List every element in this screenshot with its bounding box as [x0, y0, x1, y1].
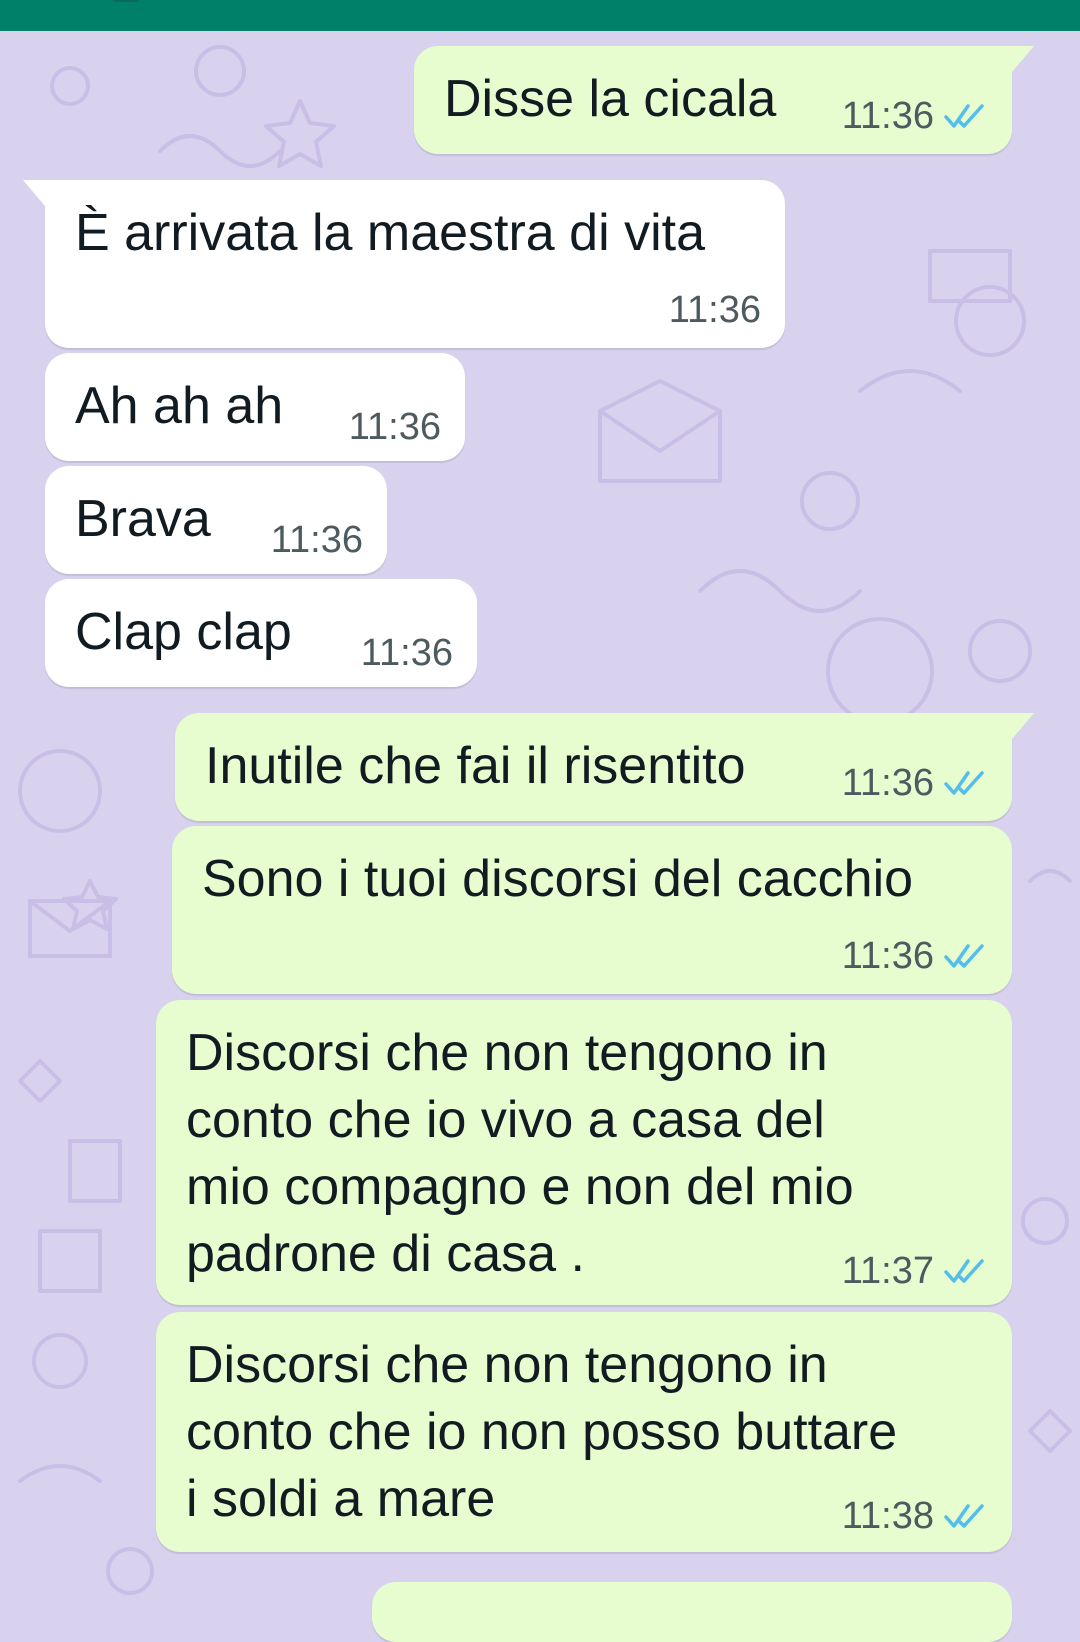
message-time: 11:36 [841, 762, 934, 804]
message-meta: 11:36 [669, 290, 761, 330]
message-text-line: mio compagno e non del mio [186, 1158, 854, 1216]
message-time: 11:37 [841, 1250, 934, 1292]
message-bubble-outgoing[interactable]: Sono i tuoi discorsi del cacchio 11:36 [172, 826, 1012, 994]
message-time: 11:36 [348, 406, 441, 448]
read-ticks-icon [944, 104, 984, 128]
read-ticks-icon [944, 771, 984, 795]
message-bubble-incoming[interactable]: È arrivata la maestra di vita 11:36 [23, 180, 785, 348]
message-text: È arrivata la maestra di vita [75, 204, 706, 262]
message-text: Sono i tuoi discorsi del cacchio [202, 850, 914, 908]
chat-header-bar [0, 0, 1080, 31]
message-meta: 11:36 [842, 763, 988, 803]
message-meta: 11:37 [842, 1251, 988, 1291]
message-time: 11:38 [841, 1495, 934, 1537]
message-text: Brava [75, 490, 211, 548]
message-bubble-outgoing[interactable]: Disse la cicala 11:36 [414, 46, 1034, 154]
message-bubble-outgoing-partial[interactable] [372, 1582, 1012, 1642]
message-time: 11:36 [668, 289, 761, 331]
message-meta: 11:36 [361, 633, 453, 673]
message-meta: 11:36 [842, 96, 988, 136]
message-bubble-incoming[interactable]: Brava 11:36 [45, 466, 387, 574]
message-text: Clap clap [75, 603, 292, 661]
read-ticks-icon [944, 1504, 984, 1528]
message-meta: 11:36 [271, 520, 363, 560]
message-text: Inutile che fai il risentito [205, 737, 746, 795]
message-text-line: i soldi a mare [186, 1470, 496, 1528]
message-text-line: padrone di casa . [186, 1225, 585, 1283]
message-text-line: conto che io vivo a casa del [186, 1091, 825, 1149]
message-text-line: Discorsi che non tengono in [186, 1336, 828, 1394]
read-ticks-icon [944, 944, 984, 968]
read-ticks-icon [944, 1259, 984, 1283]
message-meta: 11:36 [349, 407, 441, 447]
message-time: 11:36 [360, 632, 453, 674]
message-meta: 11:36 [842, 936, 988, 976]
header-edge-element [108, 0, 144, 2]
message-text: Ah ah ah [75, 377, 284, 435]
message-time: 11:36 [841, 95, 934, 137]
message-text: Disse la cicala [444, 70, 777, 128]
message-time: 11:36 [841, 935, 934, 977]
message-time: 11:36 [270, 519, 363, 561]
message-text-line: Discorsi che non tengono in [186, 1024, 828, 1082]
message-bubble-incoming[interactable]: Clap clap 11:36 [45, 579, 477, 687]
message-bubble-incoming[interactable]: Ah ah ah 11:36 [45, 353, 465, 461]
message-bubble-outgoing[interactable]: Inutile che fai il risentito 11:36 [175, 713, 1034, 821]
message-text-line: conto che io non posso buttare [186, 1403, 898, 1461]
message-meta: 11:38 [842, 1496, 988, 1536]
message-bubble-outgoing[interactable]: Discorsi che non tengono in conto che io… [156, 1312, 1012, 1552]
message-bubble-outgoing[interactable]: Discorsi che non tengono in conto che io… [156, 1000, 1012, 1305]
